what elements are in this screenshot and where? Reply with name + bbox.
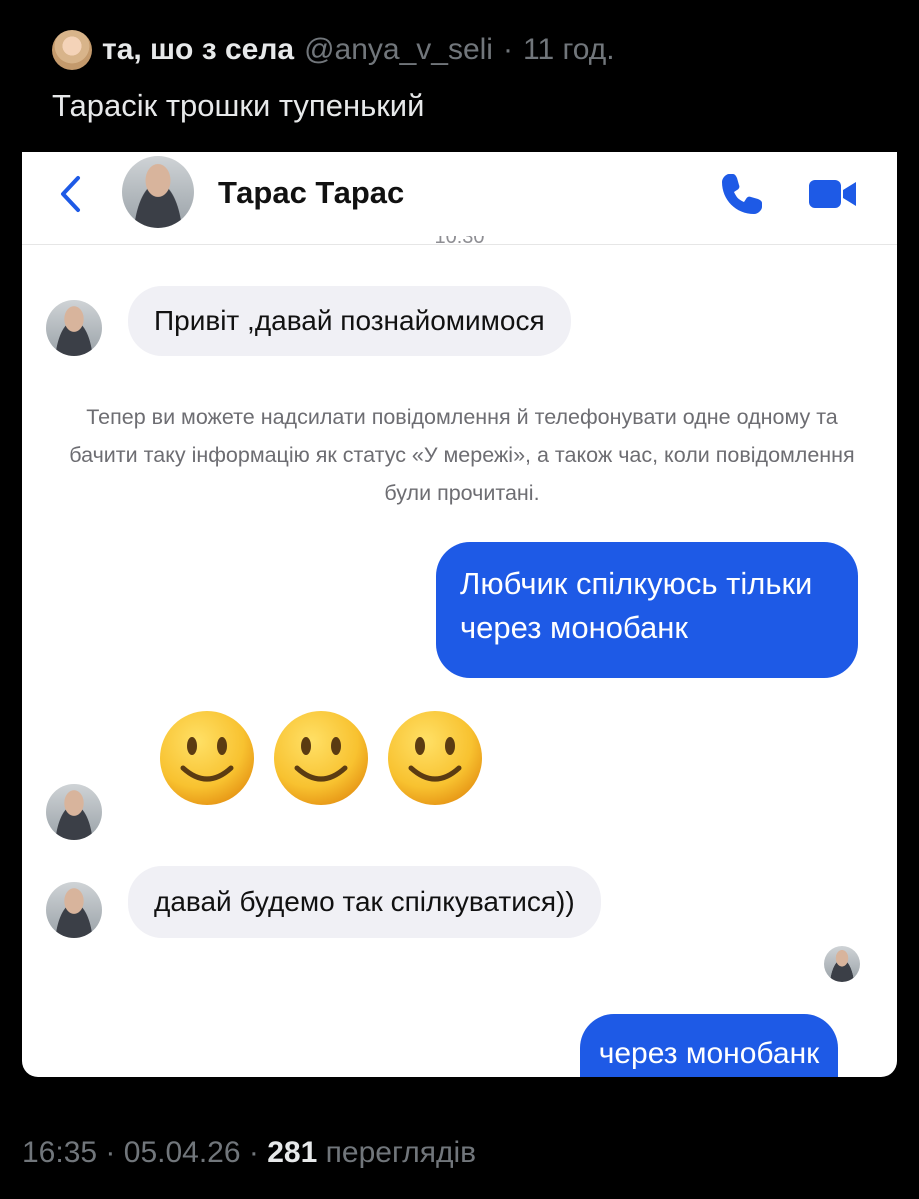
attached-screenshot[interactable]: Тарас Тарас 10:30 Привіт ,давай познайом… [22,152,897,1077]
message-bubble-incoming[interactable]: Привіт ,давай познайомимося [128,286,571,356]
message-text: давай будемо так спілкуватися)) [154,886,575,917]
message-text-line: Любчик спілкуюсь тільки [460,566,813,601]
emoji-message[interactable] [157,708,485,808]
read-receipt-avatar [824,946,860,982]
views-label: переглядів [325,1136,477,1169]
slightly-smiling-face-icon [388,711,482,805]
message-bubble-incoming[interactable]: давай будемо так спілкуватися)) [128,866,601,938]
post-time[interactable]: 16:35 [22,1136,97,1169]
message-text-line: через монобанк [460,610,688,645]
sender-avatar[interactable] [46,300,102,356]
chat-header: Тарас Тарас [22,152,897,245]
chevron-left-icon[interactable] [52,172,88,216]
sender-avatar[interactable] [46,784,102,840]
message-bubble-outgoing[interactable]: Любчик спілкуюсь тільки через монобанк [436,542,858,678]
video-camera-icon[interactable] [806,168,858,220]
views-count: 281 [267,1136,318,1169]
timestamp-partial: 10:30 [22,236,897,252]
phone-icon[interactable] [716,168,768,220]
post-text: Тарасік трошки тупенький [52,88,425,123]
timestamp-text: 10:30 [434,236,485,248]
message-bubble-outgoing[interactable]: через монобанк [580,1014,838,1077]
post-date[interactable]: 05.04.26 [124,1136,241,1169]
post-header: та, шо з села @anya_v_seli · 11 год. [52,30,615,70]
author-handle[interactable]: @anya_v_seli [304,33,493,67]
footer-separator: · [248,1136,259,1169]
post-age[interactable]: 11 год. [523,33,615,67]
message-text: через монобанк [598,1037,820,1070]
slightly-smiling-face-icon [160,711,254,805]
slightly-smiling-face-icon [274,711,368,805]
contact-name[interactable]: Тарас Тарас [218,175,404,211]
contact-avatar[interactable] [122,156,194,228]
message-text: Привіт ,давай познайомимося [154,305,545,336]
footer-separator: · [105,1136,116,1169]
post-footer: 16:35 · 05.04.26 · 281 переглядів [22,1136,476,1170]
author-name[interactable]: та, шо з села [102,33,294,67]
sender-avatar[interactable] [46,882,102,938]
author-avatar[interactable] [52,30,92,70]
header-separator: · [502,33,513,66]
system-notice: Тепер ви можете надсилати повідомлення й… [69,405,855,505]
